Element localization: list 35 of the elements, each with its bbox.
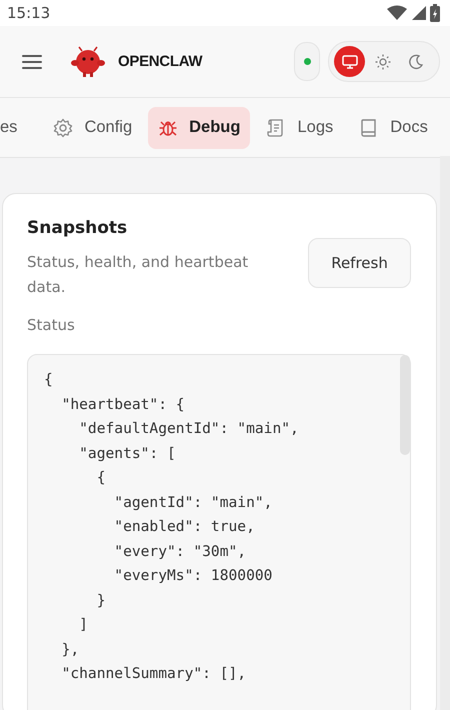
code-line: "everyMs": 1800000 bbox=[113, 566, 274, 586]
nav-tab[interactable]: Docs bbox=[349, 106, 438, 148]
code-line: "heartbeat": { bbox=[60, 394, 186, 414]
brand-name: OPENCLAW bbox=[118, 53, 202, 70]
card-title: Snapshots bbox=[27, 218, 128, 238]
nav-tab[interactable]: es bbox=[0, 106, 18, 148]
mascot-logo-icon bbox=[70, 46, 106, 78]
nav-tab[interactable]: Config bbox=[43, 106, 142, 148]
code-line: "agentId": "main", bbox=[113, 492, 274, 512]
section-label: Status bbox=[27, 316, 76, 334]
scrollbar-thumb[interactable] bbox=[400, 355, 410, 455]
gear-icon bbox=[53, 118, 74, 138]
code-line: ] bbox=[78, 615, 89, 635]
code-line: "enabled": true, bbox=[113, 517, 256, 537]
theme-button[interactable] bbox=[334, 46, 365, 77]
code-line: "defaultAgentId": "main", bbox=[78, 419, 300, 439]
code-line: "channelSummary": [], bbox=[60, 664, 248, 684]
code-line: }, bbox=[60, 640, 80, 660]
sun-icon bbox=[374, 52, 392, 70]
refresh-button[interactable]: Refresh bbox=[308, 238, 412, 288]
code-line: { bbox=[44, 370, 54, 390]
code-line: { bbox=[96, 468, 107, 488]
nav-tab[interactable]: Debug bbox=[148, 106, 250, 148]
signal-icon bbox=[412, 6, 426, 20]
wifi-icon bbox=[386, 5, 408, 21]
code-line: "every": "30m", bbox=[113, 542, 248, 562]
code-line: } bbox=[96, 590, 107, 610]
nav-tab[interactable]: Logs bbox=[256, 106, 344, 148]
moon-icon bbox=[406, 52, 424, 70]
card-subtitle: Status, health, and heartbeat data. bbox=[27, 252, 250, 298]
battery-icon bbox=[430, 4, 440, 22]
clock-time: 15:13 bbox=[7, 4, 50, 22]
menu-icon bbox=[22, 54, 42, 70]
monitor-icon bbox=[340, 52, 358, 70]
code-line: "agents": [ bbox=[78, 444, 177, 464]
